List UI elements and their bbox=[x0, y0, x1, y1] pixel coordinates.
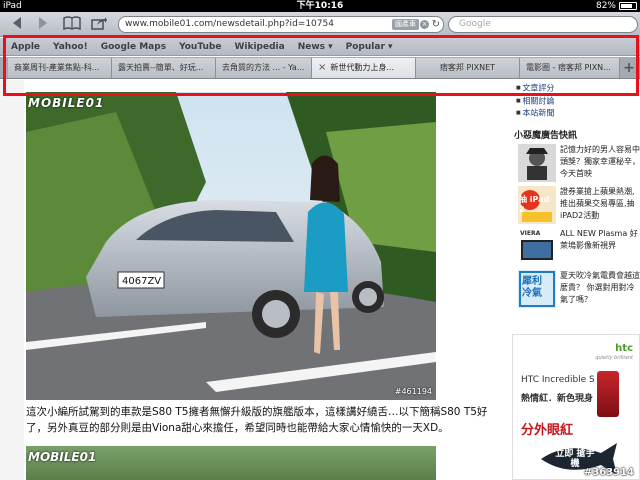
ad-thumb-label: 犀利 冷氣 bbox=[522, 276, 542, 299]
clear-icon[interactable]: × bbox=[420, 20, 429, 29]
tab-pixnet[interactable]: 痞客邦 PIXNET bbox=[416, 58, 520, 78]
tab-yahoo-exfoliation[interactable]: 去角質的方法 ... - Ya... bbox=[216, 58, 312, 78]
ad-text: ALL NEW Plasma 好萊塢影像新視界 bbox=[560, 229, 638, 250]
ad-item[interactable]: VIERA ALL NEW Plasma 好萊塢影像新視界 bbox=[518, 228, 640, 268]
url-field[interactable]: www.mobile01.com/newsdetail.php?id=10754… bbox=[118, 16, 444, 33]
sidebar-links: 文章評分 相關討論 本站新聞 bbox=[516, 82, 554, 120]
tab-label: 新世代動力上身... bbox=[330, 63, 395, 72]
photo-watermark-logo: MOBILE01 bbox=[28, 450, 97, 464]
banner-headline: 分外眼紅 bbox=[521, 423, 574, 438]
tab-label: 痞客邦 PIXNET bbox=[439, 63, 496, 72]
forward-arrow-icon[interactable] bbox=[36, 16, 50, 32]
bookmark-wikipedia[interactable]: Wikipedia bbox=[234, 42, 284, 52]
ad-text: 證券業搶上蘋果熱潮,推出蘋果交易專區,抽iPAD2活動 bbox=[560, 187, 635, 220]
tab-mobile01-active[interactable]: × 新世代動力上身... bbox=[312, 58, 416, 78]
ad-item[interactable]: 犀利 冷氣 夏天吹冷氣電費會越這麼貴？ 你選對用對冷氣了嗎？ bbox=[518, 270, 640, 310]
reload-icon[interactable]: ↻ bbox=[432, 17, 440, 32]
tab-close-icon[interactable]: × bbox=[318, 62, 326, 73]
bookmark-apple[interactable]: Apple bbox=[11, 42, 40, 52]
article-photo-2[interactable]: MOBILE01 bbox=[26, 446, 436, 480]
ad-thumb-image: 犀利 冷氣 bbox=[518, 270, 556, 308]
bookmark-folder-popular[interactable]: Popular ▾ bbox=[346, 42, 393, 52]
photo-id: #461194 bbox=[394, 387, 432, 396]
ad-item[interactable]: 記憶力好的男人容易中頭獎？獨家幸運秘辛，今天首映 bbox=[518, 144, 640, 184]
bookmark-yahoo[interactable]: Yahoo! bbox=[53, 42, 88, 52]
bookmarks-book-icon[interactable] bbox=[62, 16, 82, 32]
link-article-rating[interactable]: 文章評分 bbox=[516, 82, 554, 95]
battery-percent: 82% bbox=[595, 1, 616, 11]
url-text: www.mobile01.com/newsdetail.php?id=10754 bbox=[125, 19, 334, 29]
article-photo[interactable]: 4067ZV MOBILE01 #461194 bbox=[26, 92, 436, 400]
photo-watermark-logo: MOBILE01 bbox=[28, 96, 105, 110]
tab-business-weekly[interactable]: 商業周刊-產業焦點-科... bbox=[8, 58, 112, 78]
htc-slogan: quietly brilliant bbox=[595, 355, 633, 361]
htc-logo: htc bbox=[615, 343, 633, 354]
page-title-badge: 國產車 bbox=[392, 19, 419, 30]
banner-model: HTC Incredible S bbox=[521, 375, 595, 385]
tab-label: 去角質的方法 ... - Ya... bbox=[222, 63, 305, 72]
ad-section-title: 小惡魔廣告快訊 bbox=[514, 131, 578, 141]
tab-bar: 商業周刊-產業焦點-科... 露天拍賣--簡單、好玩... 去角質的方法 ...… bbox=[0, 57, 640, 79]
ad-text: 記憶力好的男人容易中頭獎？獨家幸運秘辛，今天首映 bbox=[560, 145, 640, 178]
link-related-discussion[interactable]: 相關討論 bbox=[516, 95, 554, 108]
battery-area: 82% bbox=[596, 0, 637, 12]
bookmarks-bar: Apple Yahoo! Google Maps YouTube Wikiped… bbox=[0, 38, 640, 56]
new-tab-plus-icon[interactable]: + bbox=[620, 58, 638, 78]
svg-text:4067ZV: 4067ZV bbox=[122, 276, 161, 287]
ad-thumb-image: VIERA bbox=[518, 228, 556, 266]
banner-cta-label: 立即 搶手機 bbox=[555, 449, 595, 469]
ad-text: 夏天吹冷氣電費會越這麼貴？ 你選對用對冷氣了嗎？ bbox=[560, 271, 640, 304]
ad-thumb-label: 抽 iPad 2 bbox=[519, 195, 550, 214]
tab-label: 露天拍賣--簡單、好玩... bbox=[118, 63, 204, 72]
web-page-content: 4067ZV MOBILE01 #461194 這次小編所試駕到的車款是S80 … bbox=[0, 80, 640, 480]
status-bar: iPad 下午10:16 82% bbox=[0, 0, 640, 12]
back-arrow-icon[interactable] bbox=[10, 16, 24, 32]
link-site-news[interactable]: 本站新聞 bbox=[516, 107, 554, 120]
page-gutter bbox=[0, 80, 24, 480]
ad-list: 記憶力好的男人容易中頭獎？獨家幸運秘辛，今天首映 抽 iPad 2 證券業搶上蘋… bbox=[518, 144, 640, 312]
bookmark-google-maps[interactable]: Google Maps bbox=[101, 42, 166, 52]
status-time: 下午10:16 bbox=[296, 1, 344, 11]
search-placeholder: Google bbox=[459, 19, 491, 29]
tab-pixnet-movie[interactable]: 電影圈 - 痞客邦 PIXN... bbox=[520, 58, 620, 78]
share-icon[interactable] bbox=[90, 16, 108, 32]
article-paragraph: 這次小編所試駕到的車款是S80 T5擁者無懈升級版的旗艦版本，這樣講好繞舌…以下… bbox=[26, 406, 488, 434]
phone-image bbox=[597, 371, 619, 417]
bookmark-youtube[interactable]: YouTube bbox=[179, 42, 221, 52]
search-input[interactable]: Google bbox=[448, 16, 638, 33]
banner-line2: 熱情紅．新色現身 bbox=[521, 394, 594, 404]
ad-thumb-image: 抽 iPad 2 bbox=[518, 186, 556, 224]
tab-label: 商業周刊-產業焦點-科... bbox=[14, 63, 100, 72]
htc-banner-ad[interactable]: htc quietly brilliant HTC Incredible S 熱… bbox=[512, 334, 640, 480]
bookmark-folder-news[interactable]: News ▾ bbox=[298, 42, 333, 52]
ad-item[interactable]: 抽 iPad 2 證券業搶上蘋果熱潮,推出蘋果交易專區,抽iPAD2活動 bbox=[518, 186, 640, 226]
browser-toolbar: www.mobile01.com/newsdetail.php?id=10754… bbox=[0, 12, 640, 37]
battery-icon bbox=[619, 2, 637, 10]
ad-thumb-label: VIERA bbox=[520, 230, 541, 237]
image-watermark-id: #363914 bbox=[583, 467, 634, 478]
right-sidebar: 文章評分 相關討論 本站新聞 小惡魔廣告快訊 記憶力好的男人容易中頭獎？獨家幸運… bbox=[510, 80, 640, 480]
tab-ruten[interactable]: 露天拍賣--簡單、好玩... bbox=[112, 58, 216, 78]
ad-thumb-image bbox=[518, 144, 556, 182]
tab-label: 電影圈 - 痞客邦 PIXN... bbox=[526, 63, 611, 72]
